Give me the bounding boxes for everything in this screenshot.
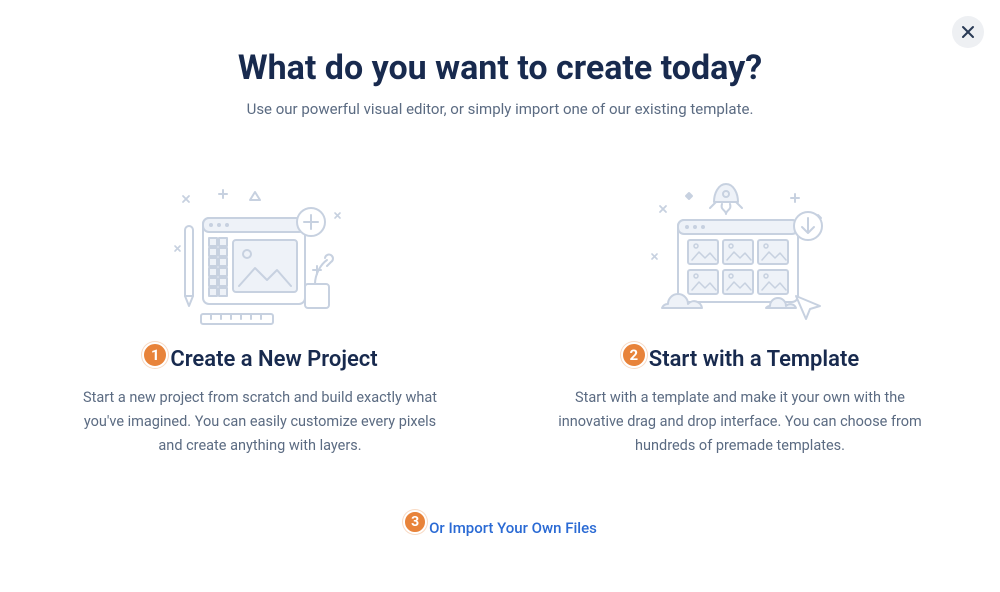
import-files-link[interactable]: Or Import Your Own Files (429, 519, 597, 537)
modal-title: What do you want to create today? (0, 48, 1000, 88)
close-icon (961, 25, 975, 39)
footer: 3 Or Import Your Own Files (0, 516, 1000, 540)
options-container: 1 Create a New Project Start a new proje… (0, 178, 1000, 458)
option-description: Start with a template and make it your o… (545, 386, 935, 458)
option-title: Create a New Project (170, 347, 377, 372)
template-illustration (545, 178, 935, 328)
modal-subtitle: Use our powerful visual editor, or simpl… (0, 100, 1000, 118)
option-title: Start with a Template (649, 347, 859, 372)
step-badge-1: 1 (142, 342, 168, 368)
option-create-new-project[interactable]: 1 Create a New Project Start a new proje… (65, 178, 455, 458)
close-button[interactable] (952, 16, 984, 48)
new-project-illustration (65, 178, 455, 328)
option-description: Start a new project from scratch and bui… (65, 386, 455, 458)
step-badge-2: 2 (621, 342, 647, 368)
option-title-row: 1 Create a New Project (142, 346, 377, 372)
option-start-with-template[interactable]: 2 Start with a Template Start with a tem… (545, 178, 935, 458)
step-badge-3: 3 (403, 510, 427, 534)
modal-header: What do you want to create today? Use ou… (0, 0, 1000, 118)
option-title-row: 2 Start with a Template (621, 346, 859, 372)
